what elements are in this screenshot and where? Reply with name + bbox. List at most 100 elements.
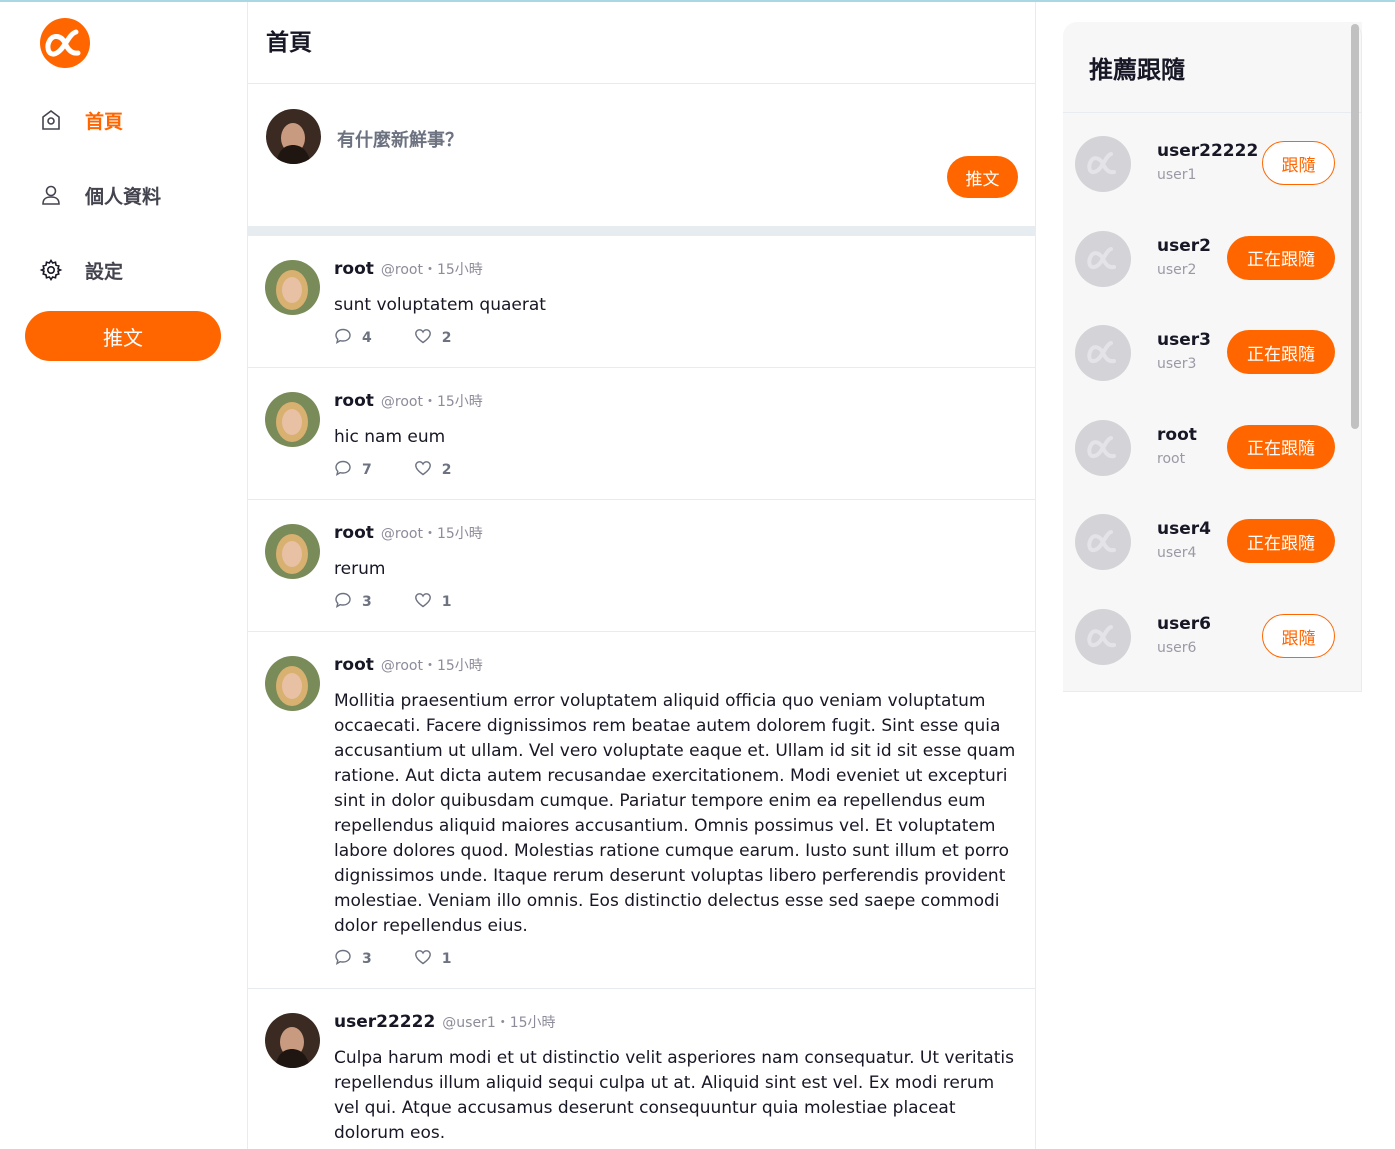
recommend-item: user6 user6 跟隨 xyxy=(1063,602,1348,672)
avatar[interactable] xyxy=(1075,419,1131,476)
tweet-author-name[interactable]: root xyxy=(334,391,374,411)
reply-button[interactable]: 7 xyxy=(334,459,372,481)
tweet-author-handle: @user1 xyxy=(442,1015,496,1031)
heart-icon xyxy=(414,327,432,349)
avatar[interactable] xyxy=(1075,514,1131,571)
nav-label-home: 首頁 xyxy=(85,110,124,133)
like-button[interactable]: 1 xyxy=(414,948,452,970)
main-header: 首頁 xyxy=(248,2,1035,84)
recommend-user-handle: user6 xyxy=(1157,640,1197,656)
scrollbar-thumb[interactable] xyxy=(1351,24,1359,429)
tweet-body[interactable]: Mollitia praesentium error voluptatem al… xyxy=(334,689,1017,939)
heart-icon xyxy=(414,459,432,481)
tweet-item[interactable]: root @root ・15小時 rerum 3 1 xyxy=(248,500,1035,632)
like-button[interactable]: 2 xyxy=(414,327,452,349)
recommend-item: user22222 user1 跟隨 xyxy=(1063,129,1348,199)
avatar[interactable] xyxy=(1075,325,1131,382)
reply-icon xyxy=(334,327,352,349)
tweet-actions: 42 xyxy=(334,327,1017,349)
reply-count: 7 xyxy=(362,462,372,478)
following-button[interactable]: 正在跟隨 xyxy=(1227,519,1335,564)
follow-button[interactable]: 跟隨 xyxy=(1262,141,1335,185)
tweet-author-name[interactable]: root xyxy=(334,259,374,279)
recommend-user-name[interactable]: root xyxy=(1157,425,1197,445)
tweet-item[interactable]: user22222 @user1 ・15小時 Culpa harum modi et … xyxy=(248,989,1035,1149)
avatar[interactable] xyxy=(265,656,320,711)
tweet-item[interactable]: root @root ・15小時 Mollitia praesentium error… xyxy=(248,632,1035,989)
tweet-time: ・15小時 xyxy=(422,262,483,278)
tweet-author-handle: @root xyxy=(380,262,423,278)
avatar[interactable] xyxy=(265,392,320,447)
page-title: 首頁 xyxy=(266,29,312,56)
tweet-actions: 31 xyxy=(334,591,1017,613)
tweet-author-handle: @root xyxy=(380,394,423,410)
tweet-meta: root @root ・15小時 xyxy=(334,391,1017,419)
tweet-meta: root @root ・15小時 xyxy=(334,259,1017,287)
tweet-body[interactable]: Culpa harum modi et ut distinctio velit … xyxy=(334,1046,1017,1146)
reply-button[interactable]: 4 xyxy=(334,327,372,349)
recommend-user-handle: user2 xyxy=(1157,261,1197,278)
tweet-time: ・15小時 xyxy=(422,658,483,674)
tweet-meta: root @root ・15小時 xyxy=(334,655,1017,683)
avatar[interactable] xyxy=(265,1013,320,1068)
avatar[interactable] xyxy=(1075,230,1131,287)
recommend-item: root root 正在跟隨 xyxy=(1063,413,1348,483)
recommend-item: user2 user2 正在跟隨 xyxy=(1063,224,1348,294)
recommend-user-name[interactable]: user3 xyxy=(1157,330,1211,350)
composer-input[interactable]: 有什麼新鮮事？ xyxy=(337,126,463,152)
tweet-time: ・15小時 xyxy=(495,1015,556,1031)
following-button[interactable]: 正在跟隨 xyxy=(1227,235,1335,280)
reply-button[interactable]: 3 xyxy=(334,948,372,970)
recommend-user-handle: user1 xyxy=(1157,167,1197,183)
recommend-title: 推薦跟隨 xyxy=(1089,55,1185,84)
tweet-item[interactable]: root @root ・15小時 hic nam eum 7 2 xyxy=(248,368,1035,500)
tweet-item[interactable]: root @root ・15小時 sunt voluptatem quaerat 4 2 xyxy=(248,236,1035,368)
recommend-user-name[interactable]: user22222 xyxy=(1157,141,1258,161)
gear-icon xyxy=(38,257,64,283)
like-button[interactable]: 1 xyxy=(414,591,452,613)
avatar[interactable] xyxy=(265,524,320,579)
tweet-body[interactable]: sunt voluptatem quaerat xyxy=(334,293,1017,318)
tweet-body[interactable]: rerum xyxy=(334,557,1017,582)
main-feed: 首頁 有什麼新鮮事？ 推文 root @root ・15小時 sunt volupta… xyxy=(247,2,1036,1149)
recommend-user-name[interactable]: user2 xyxy=(1157,236,1211,256)
tweet-time: ・15小時 xyxy=(422,394,483,410)
recommend-header: 推薦跟隨 xyxy=(1063,22,1361,113)
tweet-body[interactable]: hic nam eum xyxy=(334,425,1017,450)
nav-item-settings[interactable]: 設定 xyxy=(38,255,123,285)
tweet-time: ・15小時 xyxy=(422,526,483,542)
nav-item-home[interactable]: 首頁 xyxy=(38,105,123,135)
logo-icon[interactable] xyxy=(38,16,92,70)
nav-label-settings: 設定 xyxy=(85,260,124,283)
tweet-author-name[interactable]: user22222 xyxy=(334,1012,435,1032)
tweet-actions: 72 xyxy=(334,459,1017,481)
reply-count: 3 xyxy=(362,951,372,967)
tweet-author-name[interactable]: root xyxy=(334,523,374,543)
post-tweet-button[interactable]: 推文 xyxy=(947,156,1018,198)
like-count: 2 xyxy=(441,462,452,478)
following-button[interactable]: 正在跟隨 xyxy=(1227,330,1335,375)
recommend-user-name[interactable]: user4 xyxy=(1157,519,1211,539)
nav-item-profile[interactable]: 個人資料 xyxy=(38,180,161,210)
tweet-actions: 31 xyxy=(334,948,1017,970)
avatar[interactable] xyxy=(1075,136,1131,192)
reply-icon xyxy=(334,948,352,970)
left-sidebar: 首頁 個人資料 設定 推文 xyxy=(0,2,248,1149)
heart-icon xyxy=(414,591,432,613)
tweet-meta: user22222 @user1 ・15小時 xyxy=(334,1012,1017,1040)
follow-button[interactable]: 跟隨 xyxy=(1262,614,1335,658)
home-icon xyxy=(38,107,64,133)
heart-icon xyxy=(414,948,432,970)
tweet-author-name[interactable]: root xyxy=(334,655,374,675)
reply-button[interactable]: 3 xyxy=(334,591,372,613)
recommend-item: user4 user4 正在跟隨 xyxy=(1063,507,1348,577)
tweet-meta: root @root ・15小時 xyxy=(334,523,1017,551)
avatar[interactable] xyxy=(1075,609,1131,665)
avatar[interactable] xyxy=(265,260,320,315)
recommend-user-name[interactable]: user6 xyxy=(1157,614,1211,634)
tweet-button[interactable]: 推文 xyxy=(25,311,221,361)
like-button[interactable]: 2 xyxy=(414,459,452,481)
reply-count: 3 xyxy=(362,594,372,610)
avatar xyxy=(266,109,321,164)
following-button[interactable]: 正在跟隨 xyxy=(1227,424,1335,469)
